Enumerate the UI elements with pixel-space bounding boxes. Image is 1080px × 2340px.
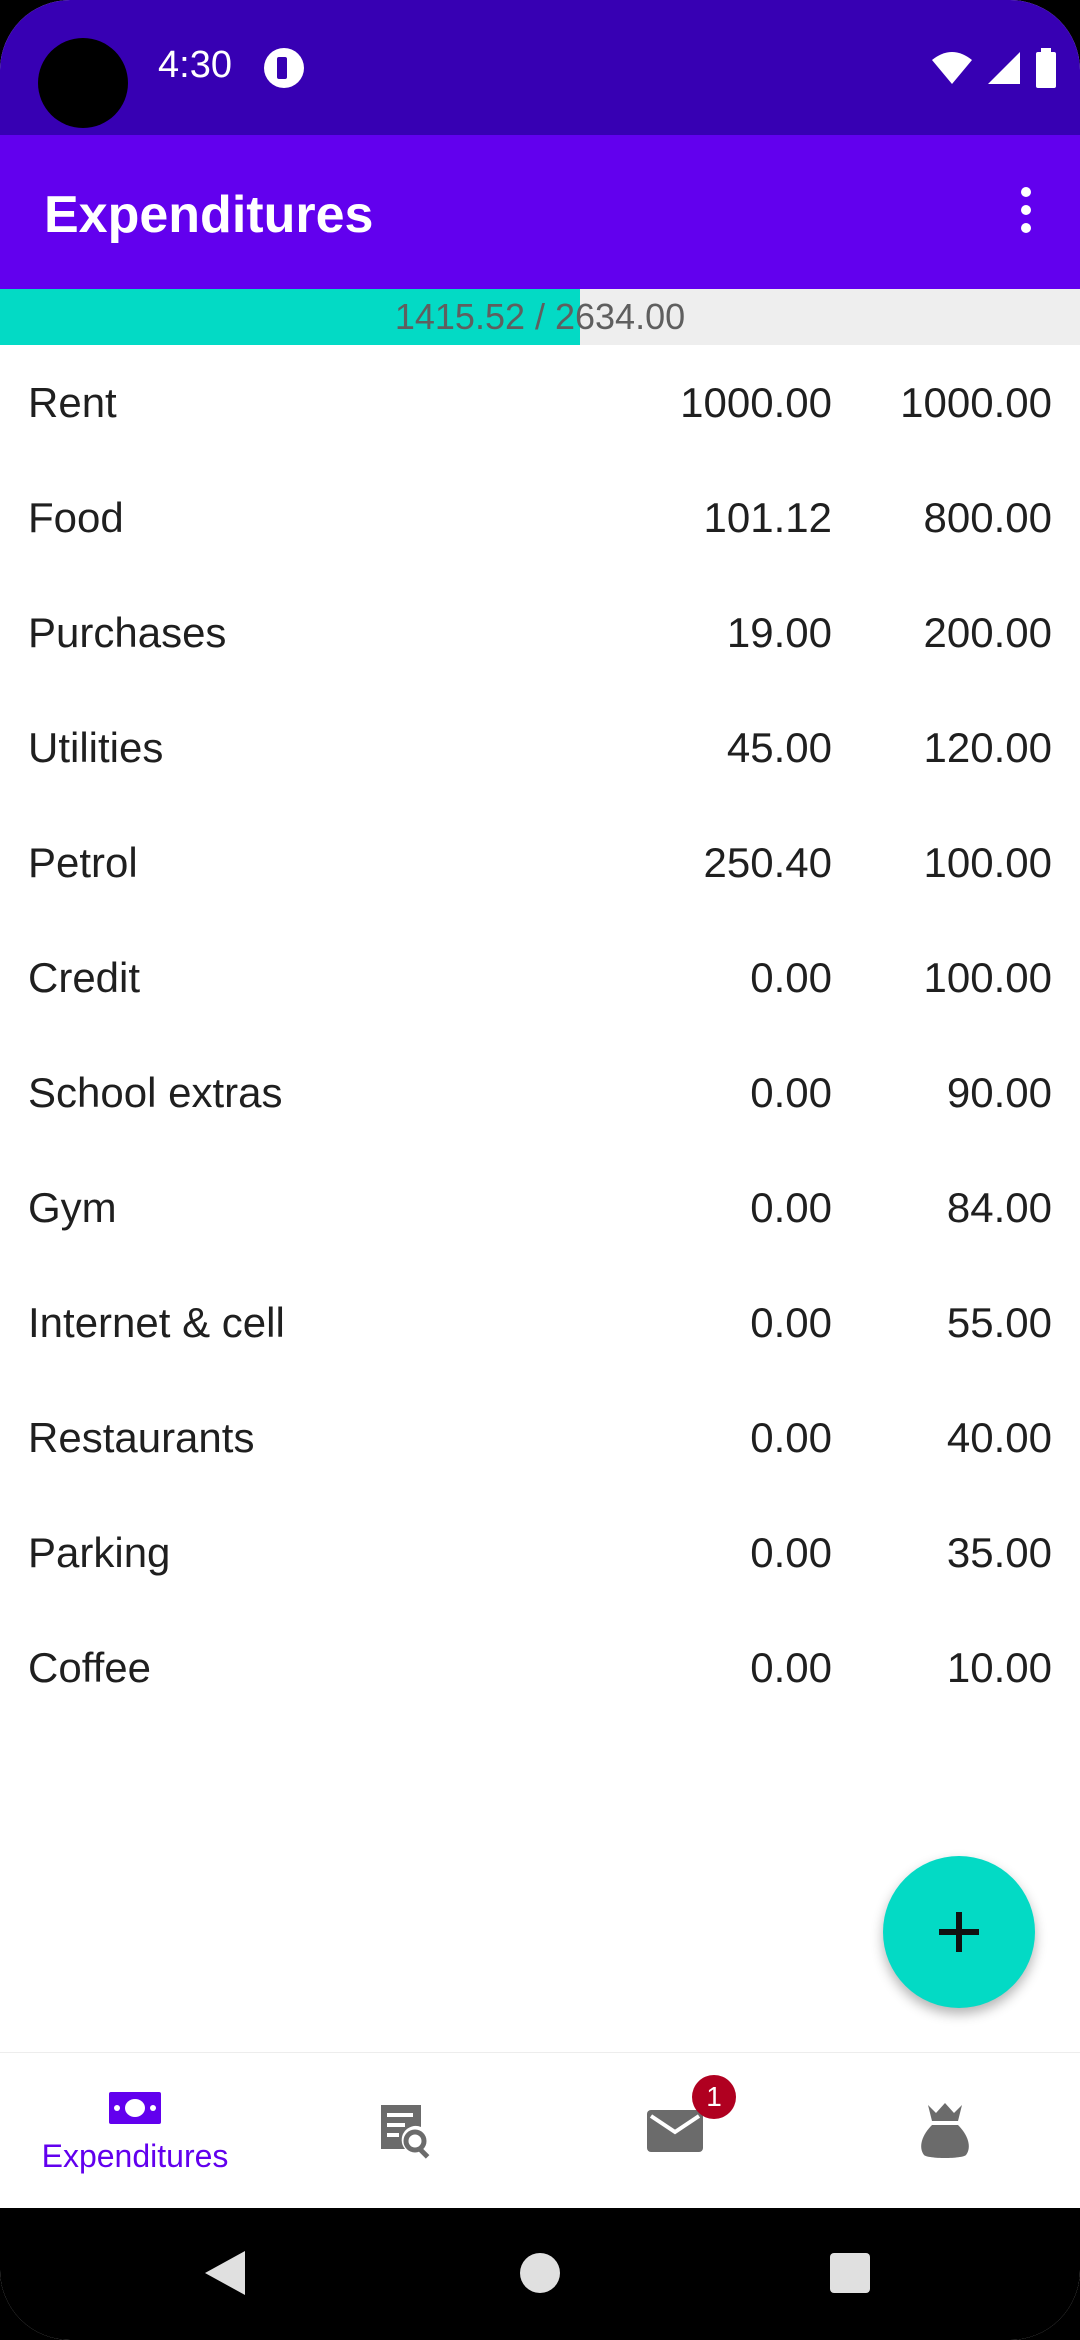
category-row[interactable]: Gym 0.00 84.00 [0,1150,1080,1265]
category-name: Utilities [28,724,164,771]
status-icons [930,48,1058,88]
category-row[interactable]: Food 101.12 800.00 [0,460,1080,575]
category-budget: 84.00 [946,1184,1052,1231]
category-spent: 0.00 [750,1069,832,1116]
money-bag-icon [921,2103,969,2158]
category-spent: 0.00 [750,1184,832,1231]
category-row[interactable]: Utilities 45.00 120.00 [0,690,1080,805]
wifi-icon [932,52,972,84]
category-spent: 0.00 [750,954,832,1001]
receipt-search-icon [381,2105,430,2159]
category-spent: 0.00 [750,1414,832,1461]
camera-cutout [38,38,128,128]
status-time: 4:30 [158,44,232,86]
category-name: Purchases [28,609,227,656]
more-vert-icon[interactable] [996,180,1056,240]
app-bar: Expenditures [0,135,1080,289]
category-budget: 35.00 [946,1529,1052,1576]
category-row[interactable]: Credit 0.00 100.00 [0,920,1080,1035]
app-notification-icon [264,48,304,88]
mail-badge: 1 [692,2075,736,2119]
category-row[interactable]: Petrol 250.40 100.00 [0,805,1080,920]
page-title: Expenditures [44,186,374,244]
category-budget: 1000.00 [900,379,1052,426]
category-name: Coffee [28,1644,151,1691]
category-row[interactable]: Rent 1000.00 1000.00 [0,345,1080,460]
category-name: Restaurants [28,1414,255,1461]
category-budget: 800.00 [923,494,1052,541]
category-budget: 100.00 [923,954,1052,1001]
category-name: Internet & cell [28,1299,285,1346]
category-budget: 90.00 [946,1069,1052,1116]
recents-icon[interactable] [830,2253,870,2293]
home-icon[interactable] [520,2253,560,2293]
category-row[interactable]: Internet & cell 0.00 55.00 [0,1265,1080,1380]
category-name: Rent [28,379,117,426]
system-navigation-bar [0,2208,1080,2340]
category-spent: 19.00 [726,609,832,656]
nav-item-savings[interactable] [810,2053,1080,2209]
category-name: Gym [28,1184,117,1231]
nav-item-expenditures[interactable]: Expenditures [0,2053,270,2209]
category-row[interactable]: Purchases 19.00 200.00 [0,575,1080,690]
category-budget: 200.00 [923,609,1052,656]
category-spent: 45.00 [726,724,832,771]
nav-item-search-receipts[interactable] [270,2053,540,2209]
category-list: Rent 1000.00 1000.00 Food 101.12 800.00 Purcha… [0,345,1080,1725]
add-expenditure-button[interactable] [883,1856,1035,2008]
category-spent: 1000.00 [680,379,832,426]
category-name: Petrol [28,839,138,886]
budget-progress-text: 1415.52 / 2634.00 [394,296,686,337]
budget-progress-bar: 1415.52 / 2634.00 [0,289,1080,345]
phone-screen: 4:30 Expenditures 1415.52 / 2634.00 Rent… [0,0,1080,2340]
category-budget: 120.00 [923,724,1052,771]
category-spent: 250.40 [703,839,832,886]
category-spent: 0.00 [750,1644,832,1691]
nav-item-label: Expenditures [41,2137,229,2174]
category-row[interactable]: Coffee 0.00 10.00 [0,1610,1080,1725]
mail-icon [647,2110,703,2152]
signal-icon [988,52,1020,84]
category-budget: 10.00 [946,1644,1052,1691]
category-spent: 0.00 [750,1529,832,1576]
category-spent: 101.12 [703,494,832,541]
plus-icon [939,1912,979,1952]
category-spent: 0.00 [750,1299,832,1346]
category-budget: 100.00 [923,839,1052,886]
category-row[interactable]: Parking 0.00 35.00 [0,1495,1080,1610]
category-row[interactable]: School extras 0.00 90.00 [0,1035,1080,1150]
category-name: School extras [28,1069,283,1116]
battery-icon [1036,48,1056,88]
status-bar: 4:30 [0,0,1080,135]
category-row[interactable]: Restaurants 0.00 40.00 [0,1380,1080,1495]
money-icon [109,2091,161,2124]
category-name: Parking [28,1529,171,1576]
bottom-navigation: Expenditures [0,2052,1080,2208]
category-budget: 55.00 [946,1299,1052,1346]
nav-item-messages[interactable] [540,2053,810,2209]
back-icon[interactable] [205,2251,245,2295]
category-name: Credit [28,954,141,1001]
category-budget: 40.00 [946,1414,1052,1461]
category-name: Food [28,494,124,541]
